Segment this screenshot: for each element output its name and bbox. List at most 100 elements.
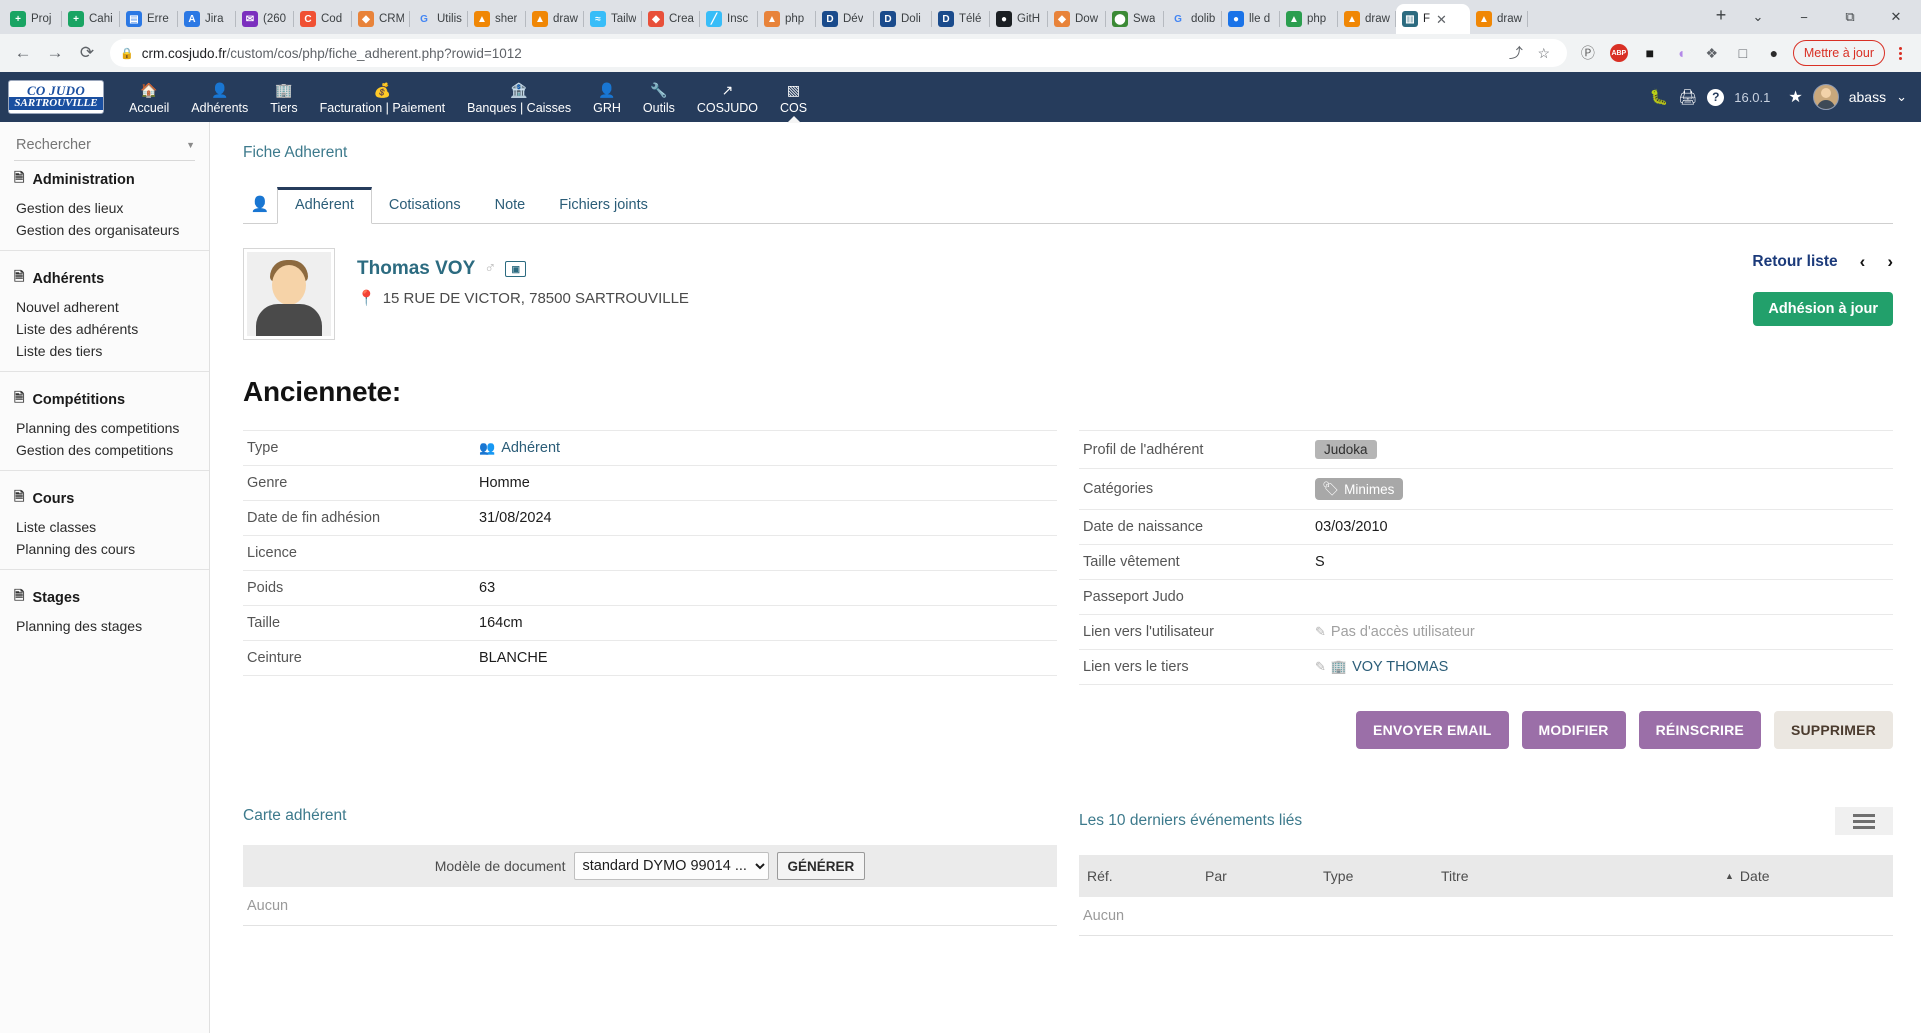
detail-value-link[interactable]: Adhérent xyxy=(501,440,560,456)
back-to-list-link[interactable]: Retour liste xyxy=(1752,253,1837,271)
favorite-star-icon[interactable]: ★ xyxy=(1788,87,1802,107)
browser-tab[interactable]: ≈ Tailw xyxy=(584,4,642,34)
browser-tab[interactable]: ● lle d xyxy=(1222,4,1280,34)
sidebar-item-planning-des-competitions[interactable]: Planning des competitions xyxy=(14,417,195,439)
bug-icon[interactable]: 🐛 xyxy=(1650,88,1669,106)
browser-tab[interactable]: Gdolib xyxy=(1164,4,1222,34)
reload-icon[interactable]: ⟳ xyxy=(72,38,102,68)
print-icon[interactable]: 🖨 xyxy=(1678,88,1697,106)
events-column-header[interactable]: Réf. xyxy=(1087,868,1205,884)
browser-tab[interactable]: D Doli xyxy=(874,4,932,34)
modifier-button[interactable]: MODIFIER xyxy=(1521,711,1626,749)
events-column-header[interactable]: Par xyxy=(1205,868,1323,884)
next-record-icon[interactable]: › xyxy=(1887,252,1893,272)
browser-tab[interactable]: ▲ php xyxy=(1280,4,1338,34)
edit-pencil-icon[interactable]: ✎ xyxy=(1315,659,1326,674)
user-avatar[interactable] xyxy=(1812,84,1839,110)
forward-icon[interactable]: → xyxy=(40,38,70,68)
events-column-header[interactable]: Type xyxy=(1323,868,1441,884)
nav-item-cosjudo[interactable]: ↗ COSJUDO xyxy=(686,72,769,122)
browser-tab[interactable]: C Cod xyxy=(294,4,352,34)
window-close-button[interactable]: ✕ xyxy=(1873,0,1919,34)
sidebar-item-liste-des-tiers[interactable]: Liste des tiers xyxy=(14,340,195,362)
browser-tab[interactable]: + Proj xyxy=(4,4,62,34)
address-bar[interactable]: 🔒 crm.cosjudo.fr/custom/cos/php/fiche_ad… xyxy=(110,39,1567,67)
hamburger-menu-icon[interactable] xyxy=(1835,807,1893,835)
envoyer-email-button[interactable]: ENVOYER EMAIL xyxy=(1356,711,1509,749)
sidebar-item-gestion-des-organisateurs[interactable]: Gestion des organisateurs xyxy=(14,219,195,241)
pocket-icon[interactable]: Ⓟ xyxy=(1575,40,1601,66)
puzzle-extensions-icon[interactable]: ❖ xyxy=(1699,40,1725,66)
browser-tab[interactable]: ⬤ Swa xyxy=(1106,4,1164,34)
bookmark-star-icon[interactable]: ☆ xyxy=(1531,40,1557,66)
sidebar-search[interactable]: ▼ xyxy=(14,136,195,161)
tab-adh-rent[interactable]: Adhérent xyxy=(277,187,372,224)
search-input[interactable] xyxy=(14,136,187,154)
close-icon[interactable]: ✕ xyxy=(1436,13,1447,26)
document-model-select[interactable]: standard DYMO 99014 ... xyxy=(573,852,769,880)
browser-tab[interactable]: G Utilis xyxy=(410,4,468,34)
sidebar-group-title[interactable]: 🗎 Cours xyxy=(14,488,195,510)
keeper-icon[interactable]: ■ xyxy=(1637,40,1663,66)
app-logo[interactable]: CO JUDO SARTROUVILLE xyxy=(8,80,104,114)
sidebar-group-title[interactable]: 🗎 Adhérents xyxy=(14,268,195,290)
r-inscrire-button[interactable]: RÉINSCRIRE xyxy=(1638,711,1761,749)
browser-tab[interactable]: ▤ Erre xyxy=(120,4,178,34)
sidebar-group-title[interactable]: 🗎 Compétitions xyxy=(14,389,195,411)
events-column-header[interactable]: ▲ Date xyxy=(1725,868,1885,884)
supprimer-button[interactable]: SUPPRIMER xyxy=(1773,711,1893,749)
card-section-title[interactable]: Carte adhérent xyxy=(243,807,1057,825)
previous-record-icon[interactable]: ‹ xyxy=(1860,252,1866,272)
nav-item-outils[interactable]: 🔧 Outils xyxy=(632,72,686,122)
events-section-title[interactable]: Les 10 derniers événements liés xyxy=(1079,812,1302,830)
tab-note[interactable]: Note xyxy=(478,188,543,223)
help-icon[interactable]: ? xyxy=(1707,88,1725,106)
sidebar-item-planning-des-stages[interactable]: Planning des stages xyxy=(14,615,195,637)
update-browser-button[interactable]: Mettre à jour xyxy=(1792,40,1885,66)
browser-tab[interactable]: A Jira xyxy=(178,4,236,34)
browser-tab[interactable]: ▲ sher xyxy=(468,4,526,34)
events-column-header[interactable]: Titre xyxy=(1441,868,1725,884)
window-maximize-button[interactable]: ⧉ xyxy=(1827,0,1873,34)
browser-tab[interactable]: ◆ CRM xyxy=(352,4,410,34)
tab-fichiers-joints[interactable]: Fichiers joints xyxy=(542,188,665,223)
grammar-icon[interactable]: ◖ xyxy=(1668,40,1694,66)
browser-tab[interactable]: ╱ Insc xyxy=(700,4,758,34)
sidebar-item-planning-des-cours[interactable]: Planning des cours xyxy=(14,538,195,560)
browser-tab[interactable]: + Cahi xyxy=(62,4,120,34)
edit-pencil-icon[interactable]: ✎ xyxy=(1315,624,1326,639)
browser-tab[interactable]: ✉ (260 xyxy=(236,4,294,34)
nav-item-cos[interactable]: ▧ COS xyxy=(769,72,818,122)
browser-tab[interactable]: ◆ Crea xyxy=(642,4,700,34)
browser-tab[interactable]: ▲ php xyxy=(758,4,816,34)
profile-avatar-icon[interactable]: ● xyxy=(1761,40,1787,66)
chevron-down-icon[interactable]: ▼ xyxy=(186,140,195,150)
share-icon[interactable]: ⤴ xyxy=(1503,40,1529,66)
detail-value-link[interactable]: VOY THOMAS xyxy=(1352,659,1448,675)
adblock-icon[interactable]: ABP xyxy=(1606,40,1632,66)
sidepanel-icon[interactable]: □ xyxy=(1730,40,1756,66)
nav-item-grh[interactable]: 👤 GRH xyxy=(582,72,632,122)
sidebar-item-gestion-des-competitions[interactable]: Gestion des competitions xyxy=(14,439,195,461)
generate-button[interactable]: GÉNÉRER xyxy=(776,852,866,880)
nav-item-accueil[interactable]: 🏠 Accueil xyxy=(118,72,180,122)
nav-item-adh-rents[interactable]: 👤 Adhérents xyxy=(180,72,259,122)
browser-tab[interactable]: ▲ draw xyxy=(1338,4,1396,34)
window-minimize-button[interactable]: − xyxy=(1781,0,1827,34)
sidebar-item-nouvel-adherent[interactable]: Nouvel adherent xyxy=(14,296,195,318)
vcard-icon[interactable]: ▣ xyxy=(505,261,527,277)
sidebar-item-gestion-des-lieux[interactable]: Gestion des lieux xyxy=(14,197,195,219)
browser-tab[interactable]: ▲ draw xyxy=(1470,4,1528,34)
sidebar-group-title[interactable]: 🗎 Administration xyxy=(14,169,195,191)
browser-tab[interactable]: ◆ Dow xyxy=(1048,4,1106,34)
new-tab-button[interactable]: + xyxy=(1707,2,1735,30)
nav-item-tiers[interactable]: 🏢 Tiers xyxy=(259,72,308,122)
browser-tab[interactable]: ▲ draw xyxy=(526,4,584,34)
breadcrumb[interactable]: Fiche Adherent xyxy=(243,144,1893,162)
sidebar-group-title[interactable]: 🗎 Stages xyxy=(14,587,195,609)
sidebar-item-liste-classes[interactable]: Liste classes xyxy=(14,516,195,538)
tab-search-dropdown-icon[interactable]: ⌄ xyxy=(1735,0,1781,34)
nav-item-banques-caisses[interactable]: 🏦 Banques | Caisses xyxy=(456,72,582,122)
sidebar-item-liste-des-adh-rents[interactable]: Liste des adhérents xyxy=(14,318,195,340)
browser-tab[interactable]: ● GitH xyxy=(990,4,1048,34)
